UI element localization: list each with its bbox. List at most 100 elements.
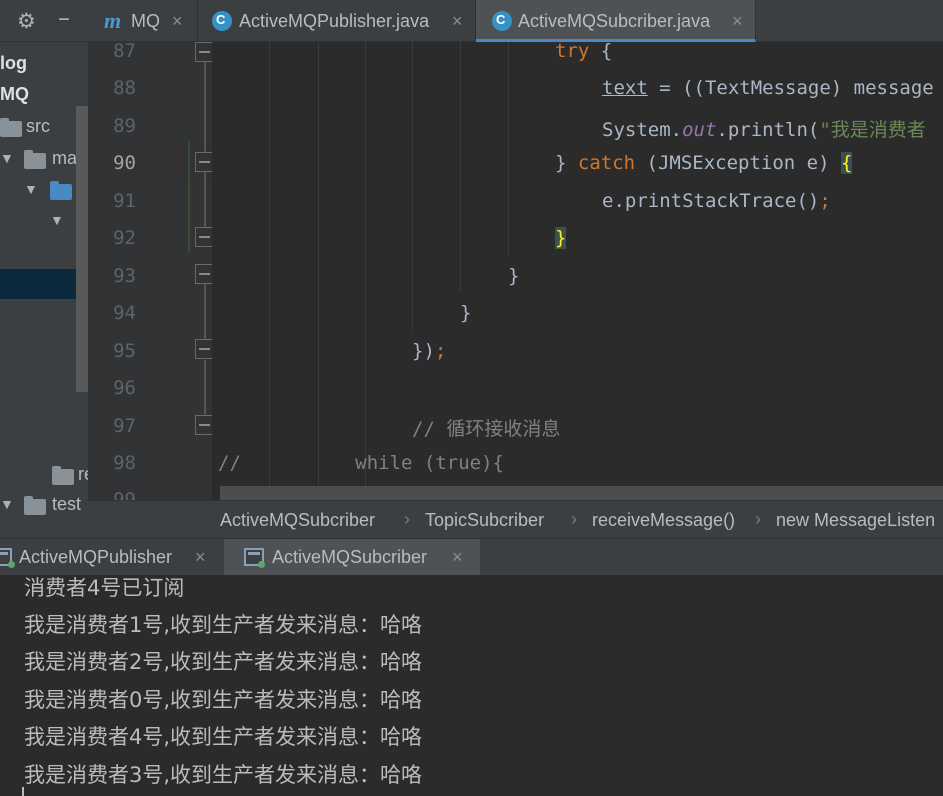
- tree-item-label: log: [0, 53, 27, 73]
- breadcrumb-item-inner-class[interactable]: TopicSubcriber: [425, 510, 544, 531]
- editor-tab-bar: m MQ × ActiveMQPublisher.java × ActiveMQ…: [88, 0, 943, 42]
- indent-guide: [460, 42, 461, 292]
- code-line-93: }: [508, 265, 519, 287]
- breadcrumb-separator-icon: ›: [755, 509, 761, 529]
- console-line: 我是消费者2号,收到生产者发来消息：哈咯: [24, 650, 423, 674]
- tree-item-main[interactable]: ▼ main: [0, 145, 88, 175]
- code-text: = ((TextMessage) message: [647, 77, 934, 99]
- gear-icon[interactable]: ⚙: [17, 9, 36, 33]
- line-number-current: 90: [113, 152, 136, 174]
- expand-arrow-icon[interactable]: ▼: [50, 212, 64, 228]
- breadcrumb-item-method[interactable]: receiveMessage(): [592, 510, 735, 531]
- close-icon[interactable]: ×: [452, 547, 463, 568]
- console-line: 我是消费者1号,收到生产者发来消息：哈咯: [24, 613, 423, 637]
- code-text: (JMSException e): [635, 152, 841, 174]
- static-field-out: out: [682, 119, 717, 141]
- line-number: 94: [113, 302, 136, 324]
- code-editor[interactable]: try { text = ((TextMessage) message Syst…: [212, 42, 943, 500]
- line-number: 96: [113, 377, 136, 399]
- editor-horizontal-scrollbar[interactable]: [220, 486, 943, 500]
- line-number: 97: [113, 415, 136, 437]
- code-text: }: [508, 265, 520, 287]
- tree-item-selected[interactable]: [0, 269, 88, 299]
- line-number: 87: [113, 40, 136, 62]
- tree-item-src[interactable]: src: [0, 113, 88, 143]
- matched-brace: }: [555, 227, 567, 249]
- breadcrumb-item-class[interactable]: ActiveMQSubcriber: [220, 510, 375, 531]
- tab-label: ActiveMQSubcriber.java: [518, 11, 711, 31]
- tab-mq[interactable]: m MQ ×: [88, 0, 198, 42]
- vcs-change-marker[interactable]: [188, 142, 190, 252]
- code-line-98-comment: // while (true){: [218, 452, 504, 474]
- tree-item-collapsed[interactable]: ▼: [0, 366, 88, 396]
- console-line: 我是消费者4号,收到生产者发来消息：哈咯: [24, 725, 423, 749]
- code-text: {: [589, 42, 613, 62]
- variable-text: text: [602, 77, 648, 99]
- tree-item-package[interactable]: ▼: [0, 207, 88, 237]
- tree-item-log[interactable]: log: [0, 50, 88, 80]
- sidebar-scrollbar[interactable]: [76, 106, 88, 392]
- console-line: 消费者4号已订阅: [24, 576, 185, 600]
- indent-guide: [508, 42, 509, 254]
- expand-arrow-icon[interactable]: ▼: [0, 496, 14, 512]
- run-tab-label: ActiveMQSubcriber: [272, 547, 428, 567]
- keyword-catch: catch: [577, 152, 636, 174]
- tree-item-child[interactable]: ▼: [0, 238, 88, 268]
- code-line-89: System.out.println("我是消费者: [602, 115, 926, 142]
- tab-activemqpublisher[interactable]: ActiveMQPublisher.java ×: [198, 0, 476, 42]
- line-number: 99: [113, 489, 136, 500]
- tab-label: ActiveMQPublisher.java: [239, 11, 430, 31]
- tree-item-test[interactable]: ▼ test: [0, 491, 88, 521]
- tree-item-java[interactable]: ▼ ja: [0, 176, 88, 206]
- run-tab-activemqpublisher[interactable]: ActiveMQPublisher ×: [0, 539, 222, 576]
- tree-item-mq[interactable]: MQ: [0, 81, 88, 111]
- code-line-87: try {: [555, 42, 612, 62]
- breadcrumb-separator-icon: ›: [404, 509, 410, 529]
- run-tab-activemqsubcriber[interactable]: ActiveMQSubcriber ×: [224, 539, 480, 576]
- code-text: .println(: [716, 119, 820, 141]
- console-line: 我是消费者3号,收到生产者发来消息：哈咯: [24, 763, 423, 787]
- code-line-91: e.printStackTrace();: [602, 190, 831, 212]
- java-class-icon: [492, 11, 512, 31]
- run-tab-bar: ActiveMQPublisher × ActiveMQSubcriber ×: [0, 538, 943, 576]
- tab-activemqsubcriber[interactable]: ActiveMQSubcriber.java ×: [476, 0, 756, 42]
- string-literal: "我是消费者: [819, 119, 926, 141]
- console-caret: [22, 787, 24, 796]
- close-icon[interactable]: ×: [452, 11, 463, 32]
- running-indicator-icon: [258, 561, 265, 568]
- tree-item-resources[interactable]: re: [0, 461, 88, 491]
- console-output[interactable]: 消费者4号已订阅 我是消费者1号,收到生产者发来消息：哈咯 我是消费者2号,收到…: [0, 575, 943, 796]
- code-line-88: text = ((TextMessage) message: [602, 77, 934, 99]
- expand-arrow-icon[interactable]: ▼: [24, 181, 38, 197]
- line-number: 95: [113, 340, 136, 362]
- close-icon[interactable]: ×: [195, 547, 206, 568]
- code-line-90: } catch (JMSException e) {: [555, 152, 853, 174]
- expand-arrow-icon[interactable]: ▼: [0, 150, 14, 166]
- code-text: }): [412, 340, 435, 362]
- breadcrumb-separator-icon: ›: [571, 509, 577, 529]
- source-folder-icon: [50, 181, 72, 200]
- indent-guide: [365, 42, 366, 500]
- semicolon: ;: [434, 340, 447, 362]
- hide-panel-icon[interactable]: –: [58, 4, 70, 32]
- code-line-92: }: [555, 227, 567, 249]
- project-panel-toolbar: ⚙ –: [0, 0, 88, 42]
- fold-guide: [204, 360, 206, 416]
- fold-guide: [204, 62, 206, 152]
- indent-guide: [269, 42, 270, 500]
- resources-folder-icon: [52, 466, 74, 485]
- running-indicator-icon: [8, 561, 15, 568]
- code-line-97-comment: // 循环接收消息: [412, 418, 561, 440]
- java-class-icon: [212, 11, 232, 31]
- folder-icon: [0, 118, 22, 137]
- close-icon[interactable]: ×: [732, 11, 743, 32]
- code-line-95: });: [412, 340, 446, 362]
- tree-item-label: MQ: [0, 84, 29, 104]
- console-line: 我是消费者0号,收到生产者发来消息：哈咯: [24, 688, 423, 712]
- folder-icon: [24, 496, 46, 515]
- breadcrumb-item-listener[interactable]: new MessageListen: [776, 510, 935, 531]
- tree-item-label: re: [78, 464, 88, 484]
- run-tab-label: ActiveMQPublisher: [19, 547, 173, 567]
- code-line-94: }: [460, 302, 471, 324]
- close-icon[interactable]: ×: [172, 11, 183, 32]
